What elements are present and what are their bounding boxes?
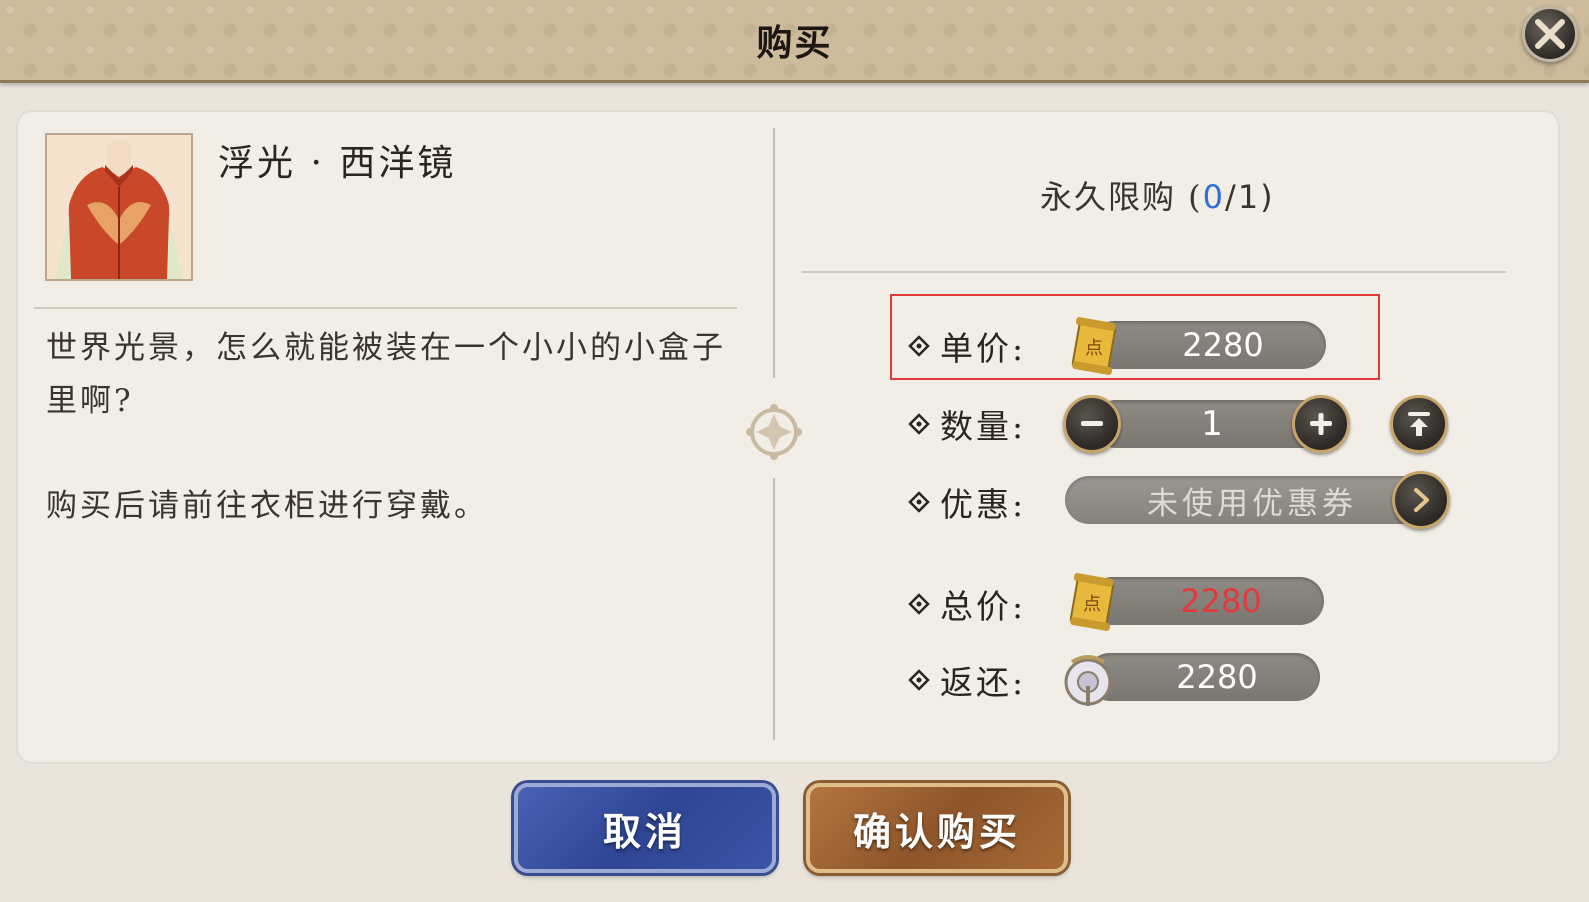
purchase-limit: 永久限购 (0/1) xyxy=(1040,172,1275,218)
bullet-icon xyxy=(908,593,930,615)
divider xyxy=(802,271,1506,273)
refund-label: 返还: xyxy=(940,663,1027,702)
bullet-icon xyxy=(908,491,930,513)
total-price-pill: 2280 xyxy=(1088,577,1324,625)
discount-label-row: 优惠: xyxy=(908,478,1026,526)
limit-label: 永久限购 ( xyxy=(1040,178,1203,216)
item-name: 浮光 · 西洋镜 xyxy=(218,143,457,184)
ornament-icon xyxy=(746,404,802,460)
item-description: 世界光景，怎么就能被装在一个小小的小盒子里啊? xyxy=(46,330,726,419)
coupon-open-button[interactable] xyxy=(1392,471,1450,529)
quantity-label-row: 数量: xyxy=(908,400,1026,448)
total-label-row: 总价: xyxy=(908,580,1026,628)
svg-text:点: 点 xyxy=(1083,594,1101,615)
max-quantity-button[interactable] xyxy=(1390,395,1448,453)
discount-label: 优惠: xyxy=(940,485,1027,524)
vertical-divider xyxy=(773,128,775,378)
increase-button[interactable] xyxy=(1292,395,1350,453)
highlight-box xyxy=(890,294,1380,380)
decrease-button[interactable] xyxy=(1063,395,1121,453)
close-icon xyxy=(1535,19,1565,49)
wear-note: 购买后请前往衣柜进行穿戴。 xyxy=(46,488,488,524)
total-label: 总价: xyxy=(940,587,1027,626)
refund-value: 2280 xyxy=(1176,658,1258,696)
total-price-value: 2280 xyxy=(1180,582,1262,620)
coupon-value: 未使用优惠券 xyxy=(1147,485,1357,522)
confirm-purchase-button[interactable]: 确认购买 xyxy=(806,783,1068,873)
limit-current: 0 xyxy=(1202,178,1226,216)
coupon-selector[interactable]: 未使用优惠券 xyxy=(1065,476,1435,524)
plus-icon xyxy=(1310,413,1332,435)
limit-max: /1) xyxy=(1225,178,1275,216)
close-button[interactable] xyxy=(1522,6,1578,62)
max-arrow-icon xyxy=(1408,412,1430,436)
vertical-divider xyxy=(773,478,775,740)
chevron-right-icon xyxy=(1414,488,1429,512)
refund-label-row: 返还: xyxy=(908,656,1026,704)
outfit-image xyxy=(47,135,191,279)
minus-icon xyxy=(1081,421,1103,426)
quantity-label: 数量: xyxy=(940,407,1027,446)
scroll-currency-icon: 点 xyxy=(1069,573,1115,631)
dialog-title: 购买 xyxy=(756,23,833,64)
refund-pill: 2280 xyxy=(1086,653,1320,701)
jade-coin-icon xyxy=(1064,655,1112,706)
bullet-icon xyxy=(908,413,930,435)
divider xyxy=(34,307,737,309)
bullet-icon xyxy=(908,669,930,691)
item-thumbnail xyxy=(45,133,193,281)
cancel-button[interactable]: 取消 xyxy=(514,783,776,873)
